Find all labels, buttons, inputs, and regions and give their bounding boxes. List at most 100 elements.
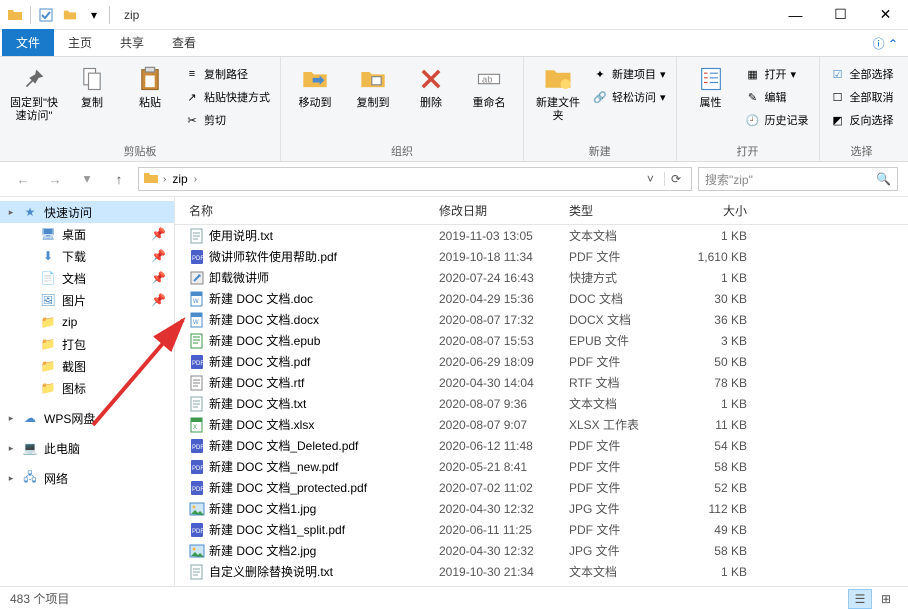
move-to-button[interactable]: 移动到 [287,59,343,114]
sidebar-item-screenshot[interactable]: 📁截图 [0,355,174,377]
history-button[interactable]: 🕘历史记录 [741,109,813,131]
file-icon [189,396,205,412]
file-icon [189,270,205,286]
properties-button[interactable]: 属性 [683,59,739,114]
address-field[interactable]: › zip › ˅ ⟳ [138,167,692,191]
sidebar-item-wps[interactable]: ▸☁WPS网盘 [0,407,174,429]
qat-checkbox[interactable] [35,4,57,26]
sidebar-item-network[interactable]: ▸🖧网络 [0,467,174,489]
new-item-button[interactable]: ✦新建项目 ▾ [588,63,670,85]
sidebar-item-pack[interactable]: 📁打包 [0,333,174,355]
file-date: 2019-10-30 21:34 [433,565,563,579]
file-name: 自定义删除替换说明.txt [209,563,333,580]
nav-recent-button[interactable]: ▾ [74,166,100,192]
file-name: 新建 DOC 文档.xlsx [209,416,314,433]
open-button[interactable]: ▦打开 ▾ [741,63,813,85]
sidebar-item-zip[interactable]: 📁zip [0,311,174,333]
file-row[interactable]: 新建 DOC 文档.epub2020-08-07 15:53EPUB 文件3 K… [175,330,908,351]
titlebar: ▾ zip — ☐ ✕ [0,0,908,30]
file-row[interactable]: 新建 DOC 文档.txt2020-08-07 9:36文本文档1 KB [175,393,908,414]
close-button[interactable]: ✕ [863,0,908,30]
delete-button[interactable]: 删除 [403,59,459,114]
file-date: 2020-06-29 18:09 [433,355,563,369]
file-icon: W [189,291,205,307]
file-row[interactable]: PDF新建 DOC 文档.pdf2020-06-29 18:09PDF 文件50… [175,351,908,372]
cloud-icon: ☁ [22,410,38,426]
maximize-button[interactable]: ☐ [818,0,863,30]
file-row[interactable]: 卸载微讲师2020-07-24 16:43快捷方式1 KB [175,267,908,288]
file-row[interactable]: W新建 DOC 文档.doc2020-04-29 15:36DOC 文档30 K… [175,288,908,309]
file-row[interactable]: W新建 DOC 文档.docx2020-08-07 17:32DOCX 文档36… [175,309,908,330]
sidebar-item-quickaccess[interactable]: ▸★快速访问 [0,201,174,223]
file-row[interactable]: 新建 DOC 文档.rtf2020-04-30 14:04RTF 文档78 KB [175,372,908,393]
tab-view[interactable]: 查看 [158,29,210,56]
copy-button[interactable]: 复制 [64,59,120,114]
edit-icon: ✎ [745,89,761,105]
rename-button[interactable]: ab 重命名 [461,59,517,114]
qat-customize[interactable]: ▾ [83,4,105,26]
paste-button[interactable]: 粘贴 [122,59,178,114]
paste-shortcut-button[interactable]: ↗粘贴快捷方式 [180,86,274,108]
copy-to-button[interactable]: 复制到 [345,59,401,114]
file-size: 54 KB [673,439,753,453]
new-folder-button[interactable]: 新建文件夹 [530,59,586,127]
view-icons-button[interactable]: ⊞ [874,589,898,609]
nav-forward-button[interactable]: → [42,166,68,192]
delete-icon [415,63,447,95]
tab-home[interactable]: 主页 [54,29,106,56]
file-name: 使用说明.txt [209,227,273,244]
file-row[interactable]: PDF微讲师软件使用帮助.pdf2019-10-18 11:34PDF 文件1,… [175,246,908,267]
select-none-button[interactable]: ☐全部取消 [826,86,898,108]
invert-selection-button[interactable]: ◩反向选择 [826,109,898,131]
file-size: 1 KB [673,229,753,243]
sidebar-item-downloads[interactable]: ⬇下载📌 [0,245,174,267]
refresh-button[interactable]: ⟳ [664,172,687,186]
edit-button[interactable]: ✎编辑 [741,86,813,108]
file-row[interactable]: 新建 DOC 文档1.jpg2020-04-30 12:32JPG 文件112 … [175,498,908,519]
view-details-button[interactable]: ☰ [848,589,872,609]
file-row[interactable]: X新建 DOC 文档.xlsx2020-08-07 9:07XLSX 工作表11… [175,414,908,435]
minimize-button[interactable]: — [773,0,818,30]
properties-icon [695,63,727,95]
file-row[interactable]: 自定义删除替换说明.txt2019-10-30 21:34文本文档1 KB [175,561,908,582]
ribbon-help[interactable]: ⓘ ⌃ [863,31,908,56]
file-row[interactable]: 新建 DOC 文档2.jpg2020-04-30 12:32JPG 文件58 K… [175,540,908,561]
chevron-right-icon[interactable]: › [194,174,197,185]
tab-file[interactable]: 文件 [2,29,54,56]
file-type: PDF 文件 [563,353,673,370]
column-size[interactable]: 大小 [673,202,753,219]
sidebar-item-pictures[interactable]: 🖼图片📌 [0,289,174,311]
file-row[interactable]: PDF新建 DOC 文档_Deleted.pdf2020-06-12 11:48… [175,435,908,456]
column-date[interactable]: 修改日期 [433,202,563,219]
cut-button[interactable]: ✂剪切 [180,109,274,131]
qat-folder-icon[interactable] [59,4,81,26]
svg-text:PDF: PDF [192,256,204,262]
pin-to-quick-access-button[interactable]: 固定到"快速访问" [6,59,62,127]
chevron-right-icon[interactable]: › [163,174,166,185]
file-row[interactable]: PDF新建 DOC 文档1_split.pdf2020-06-11 11:25P… [175,519,908,540]
column-name[interactable]: 名称 [183,202,433,219]
sidebar-item-thispc[interactable]: ▸💻此电脑 [0,437,174,459]
file-row[interactable]: PDF新建 DOC 文档_new.pdf2020-05-21 8:41PDF 文… [175,456,908,477]
search-icon[interactable]: 🔍 [876,172,891,186]
sidebar-item-icons[interactable]: 📁图标 [0,377,174,399]
file-row[interactable]: 使用说明.txt2019-11-03 13:05文本文档1 KB [175,225,908,246]
file-row[interactable]: PDF新建 DOC 文档_protected.pdf2020-07-02 11:… [175,477,908,498]
sidebar-item-desktop[interactable]: 🖥桌面📌 [0,223,174,245]
tab-share[interactable]: 共享 [106,29,158,56]
column-type[interactable]: 类型 [563,202,673,219]
file-name: 新建 DOC 文档.txt [209,395,306,412]
navigation-pane: ▸★快速访问 🖥桌面📌 ⬇下载📌 📄文档📌 🖼图片📌 📁zip 📁打包 📁截图 … [0,197,175,586]
search-box[interactable]: 搜索"zip" 🔍 [698,167,898,191]
scissors-icon: ✂ [184,112,200,128]
copy-path-button[interactable]: ≡复制路径 [180,63,274,85]
nav-back-button[interactable]: ← [10,166,36,192]
nav-up-button[interactable]: ↑ [106,166,132,192]
copyto-icon [357,63,389,95]
file-name: 新建 DOC 文档.doc [209,290,313,307]
select-all-button[interactable]: ☑全部选择 [826,63,898,85]
easy-access-button[interactable]: 🔗轻松访问 ▾ [588,86,670,108]
address-dropdown[interactable]: ˅ [641,172,660,186]
breadcrumb[interactable]: zip [170,172,189,186]
sidebar-item-documents[interactable]: 📄文档📌 [0,267,174,289]
